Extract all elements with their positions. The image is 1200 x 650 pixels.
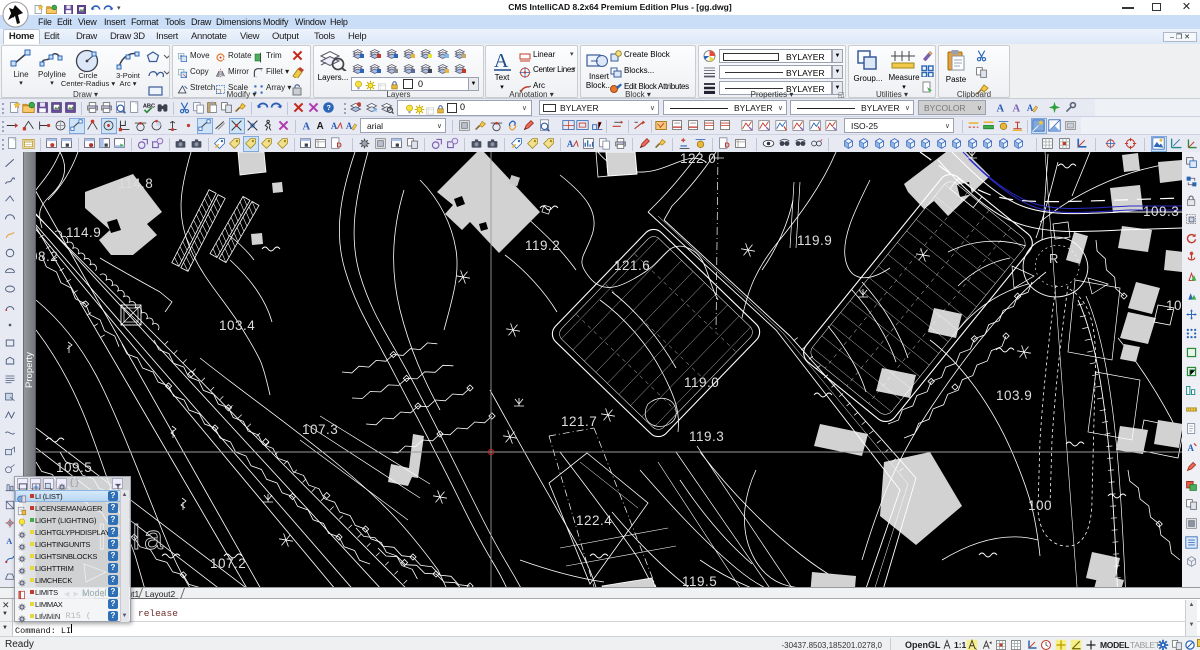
svg-text:A: A <box>317 121 324 132</box>
svg-text:121.6: 121.6 <box>614 258 650 273</box>
svg-text:A: A <box>1187 443 1194 453</box>
svg-text:A: A <box>346 121 353 131</box>
svg-text:A: A <box>1012 104 1020 114</box>
svg-text:103.4: 103.4 <box>219 318 255 333</box>
svg-text:119.9: 119.9 <box>797 233 832 248</box>
svg-text:107.3: 107.3 <box>302 422 338 437</box>
svg-text:ABC: ABC <box>143 104 155 110</box>
svg-text:107.2: 107.2 <box>210 556 246 571</box>
svg-text:D: D <box>337 141 342 150</box>
svg-text:100: 100 <box>1028 498 1052 513</box>
svg-text:A: A <box>494 50 509 72</box>
svg-text:122.0: 122.0 <box>680 152 716 166</box>
svg-text:114.9: 114.9 <box>66 225 101 240</box>
svg-text:121.7: 121.7 <box>561 414 597 429</box>
svg-text:103.9: 103.9 <box>996 388 1032 403</box>
svg-text:10: 10 <box>1166 298 1182 313</box>
svg-text:A: A <box>1027 103 1034 113</box>
svg-text:119.0: 119.0 <box>684 375 719 390</box>
svg-text:D: D <box>725 141 730 150</box>
svg-text:109.5: 109.5 <box>56 460 92 475</box>
svg-text:122.4: 122.4 <box>576 513 612 528</box>
svg-text:A: A <box>331 121 338 131</box>
svg-text:119.2: 119.2 <box>525 238 560 253</box>
svg-text:114.8: 114.8 <box>118 176 153 191</box>
svg-text:A: A <box>6 537 12 546</box>
svg-text:119.5: 119.5 <box>682 574 717 587</box>
svg-text:119.3: 119.3 <box>689 429 724 444</box>
svg-text:109.3: 109.3 <box>1143 204 1179 219</box>
svg-text:A: A <box>302 122 310 132</box>
svg-text:08.2: 08.2 <box>36 249 58 264</box>
svg-text:Property: Property <box>24 352 35 388</box>
svg-text:?: ? <box>326 103 331 112</box>
svg-text:R: R <box>1049 251 1059 266</box>
svg-text:A: A <box>567 139 574 149</box>
svg-text:A: A <box>996 104 1004 114</box>
